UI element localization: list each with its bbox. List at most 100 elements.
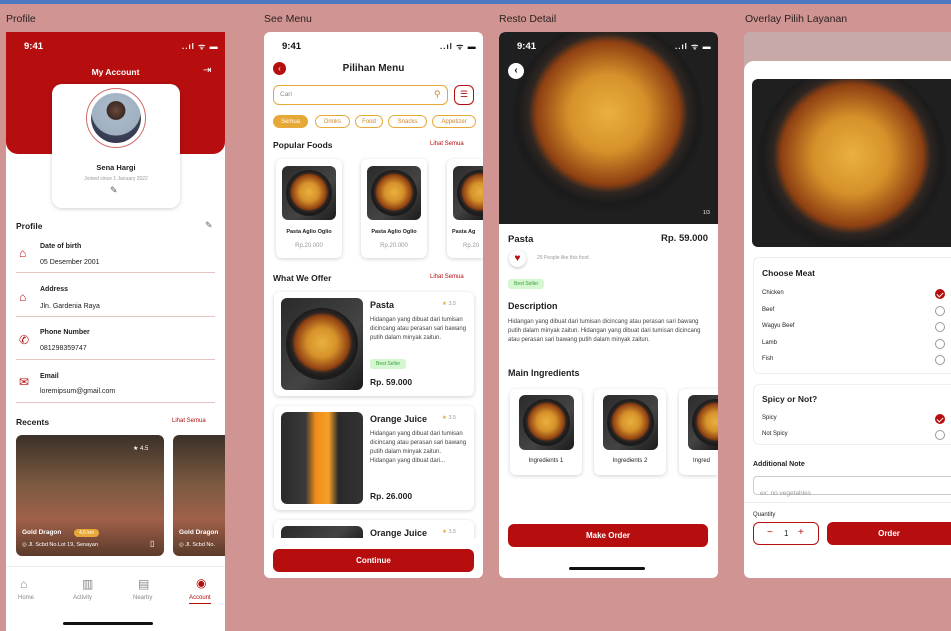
canvas-top-edge (0, 0, 951, 4)
radio[interactable] (935, 306, 945, 316)
meat-option: Lamb (762, 340, 778, 346)
ingredient-item[interactable]: Ingred (679, 389, 718, 475)
frame-label-menu: See Menu (264, 13, 312, 25)
radio[interactable] (935, 322, 945, 332)
home-indicator (569, 567, 645, 570)
spicy-option: Not Spicy (762, 431, 788, 437)
hero-image (499, 32, 718, 224)
image-counter: 1/3 (703, 210, 710, 216)
radio-checked[interactable] (935, 289, 945, 299)
ingredient-name: Ingred (693, 458, 711, 464)
email-value: loremipsum@gmail.com (40, 388, 116, 395)
meat-title: Choose Meat (762, 268, 815, 278)
resto-address: ◎ Jl. Scbd No. (179, 542, 215, 548)
chip-drinks[interactable]: Drinks (315, 115, 350, 128)
radio[interactable] (935, 430, 945, 440)
account-icon[interactable]: ◉ (196, 576, 206, 590)
offer-rating-value: 3.5 (448, 301, 457, 307)
status-icons: ..ıl ᯤ ▬ (675, 42, 712, 51)
logout-icon[interactable]: ⇥ (203, 65, 211, 76)
food-name: Pasta (508, 234, 534, 245)
popular-item[interactable]: Pasta Aglio Oglio Rp.20.000 (276, 159, 342, 258)
nearby-icon[interactable]: ▤ (138, 577, 149, 591)
search-icon: ⚲ (434, 89, 441, 99)
make-order-button[interactable]: Make Order (508, 524, 708, 547)
filter-icon[interactable]: ☰ (454, 85, 474, 105)
ingredient-name: Ingredients 1 (528, 458, 564, 464)
quantity-value: 1 (784, 529, 789, 538)
email-label: Email (40, 373, 59, 380)
resto-address-text: Jl. Scbd No. (185, 542, 215, 548)
popular-item-name: Pasta Aglio Oglio (371, 229, 417, 235)
activity-icon[interactable]: ▥ (82, 577, 93, 591)
meat-option: Wagyu Beef (762, 323, 795, 329)
dob-label: Date of birth (40, 243, 82, 250)
bookmark-icon[interactable]: ▯ (150, 539, 154, 548)
offer-item[interactable]: Pasta ★ 3.5 Hidangan yang dibuat dari tu… (274, 292, 474, 396)
description-title: Description (508, 301, 558, 311)
see-all-offer-link[interactable]: Lihat Semua (430, 274, 464, 280)
nav-nearby[interactable]: Nearby (133, 595, 152, 601)
offer-rating: ★ 3.5 (442, 415, 456, 421)
radio[interactable] (935, 339, 945, 349)
best-seller-badge: Best Seller (370, 359, 407, 369)
nav-home[interactable]: Home (18, 595, 34, 601)
frame-label-profile: Profile (6, 13, 36, 25)
radio[interactable] (935, 355, 945, 365)
spicy-title: Spicy or Not? (762, 394, 818, 404)
offer-price: Rp. 26.000 (370, 491, 413, 501)
status-time: 9:41 (517, 41, 537, 52)
detail-screen: 9:41 ..ıl ᯤ ▬ ‹ 1/3 Pasta Rp. 59.000 ♥ 2… (499, 32, 718, 578)
avatar (91, 93, 141, 143)
note-input[interactable]: ex: no vegetables (753, 476, 951, 497)
spicy-option: Spicy (762, 415, 777, 421)
address-label: Address (40, 286, 69, 293)
chip-appetizer[interactable]: Appetizer (432, 115, 476, 128)
offer-item[interactable]: Orange Juice ★ 3.5 Hidangan yang dibuat … (274, 406, 474, 510)
profile-screen: 9:41 ..ıl ᯤ ▬ My Account ⇥ Sena Hargi Jo… (6, 32, 225, 631)
see-all-popular-link[interactable]: Lihat Semua (430, 141, 464, 147)
search-input[interactable]: Cari ⚲ (273, 85, 448, 105)
see-all-recents-link[interactable]: Lihat Semua (172, 418, 206, 424)
meat-option: Beef (762, 307, 775, 313)
page-title: My Account (91, 67, 140, 77)
chip-all[interactable]: Semua (273, 115, 308, 128)
radio-checked[interactable] (935, 414, 945, 424)
page-title: Pilihan Menu (342, 63, 405, 74)
nav-account[interactable]: Account (189, 595, 211, 604)
minus-icon[interactable]: − (767, 527, 773, 538)
popular-item-price: Rp.20.000 (295, 243, 323, 249)
order-button[interactable]: Order (827, 522, 951, 545)
offer-rating-value: 3.5 (448, 529, 457, 535)
food-price: Rp. 59.000 (661, 233, 708, 244)
chip-snacks[interactable]: Snacks (388, 115, 427, 128)
plus-icon[interactable]: + (798, 527, 804, 538)
food-plate (523, 399, 570, 446)
offer-desc: Hidangan yang dibuat dari tumisan dicinc… (370, 431, 467, 464)
resto-card[interactable]: ★ 4.5 Gold Dragon 4,6 km ◎ Jl. Scbd No.L… (16, 435, 164, 556)
food-plate (692, 399, 718, 446)
resto-name: Gold Dragon (22, 529, 62, 536)
phone-icon: ✆ (19, 333, 30, 347)
ingredient-item[interactable]: Ingredients 1 (510, 389, 582, 475)
popular-item[interactable]: Pasta Ag Rp.20 (447, 159, 483, 258)
quantity-stepper[interactable]: − 1 + (753, 522, 819, 545)
heart-icon[interactable]: ♥ (509, 250, 526, 267)
resto-card[interactable]: Gold Dragon ◎ Jl. Scbd No. (173, 435, 225, 556)
joined-date: Joined since 1 January 2022 (84, 176, 148, 182)
edit-profile-icon[interactable]: ✎ (205, 220, 213, 231)
back-icon[interactable]: ‹ (508, 63, 524, 79)
food-plate (513, 32, 703, 212)
offer-desc: Hidangan yang dibuat dari tumisan dicinc… (370, 317, 467, 341)
chip-food[interactable]: Food (355, 115, 383, 128)
status-icons: ..ıl ᯤ ▬ (182, 42, 219, 51)
edit-photo-icon[interactable]: ✎ (110, 185, 118, 196)
nav-activity[interactable]: Activity (73, 595, 92, 601)
home-icon[interactable]: ⌂ (20, 577, 27, 591)
menu-screen: 9:41 ..ıl ᯤ ▬ ‹ Pilihan Menu Cari ⚲ ☰ Se… (264, 32, 483, 578)
popular-item[interactable]: Pasta Aglio Oglio Rp.20.000 (361, 159, 427, 258)
continue-button[interactable]: Continue (273, 549, 474, 572)
search-placeholder: Cari (280, 91, 292, 98)
ingredient-item[interactable]: Ingredients 2 (594, 389, 666, 475)
popular-item-price: Rp.20.000 (380, 243, 408, 249)
